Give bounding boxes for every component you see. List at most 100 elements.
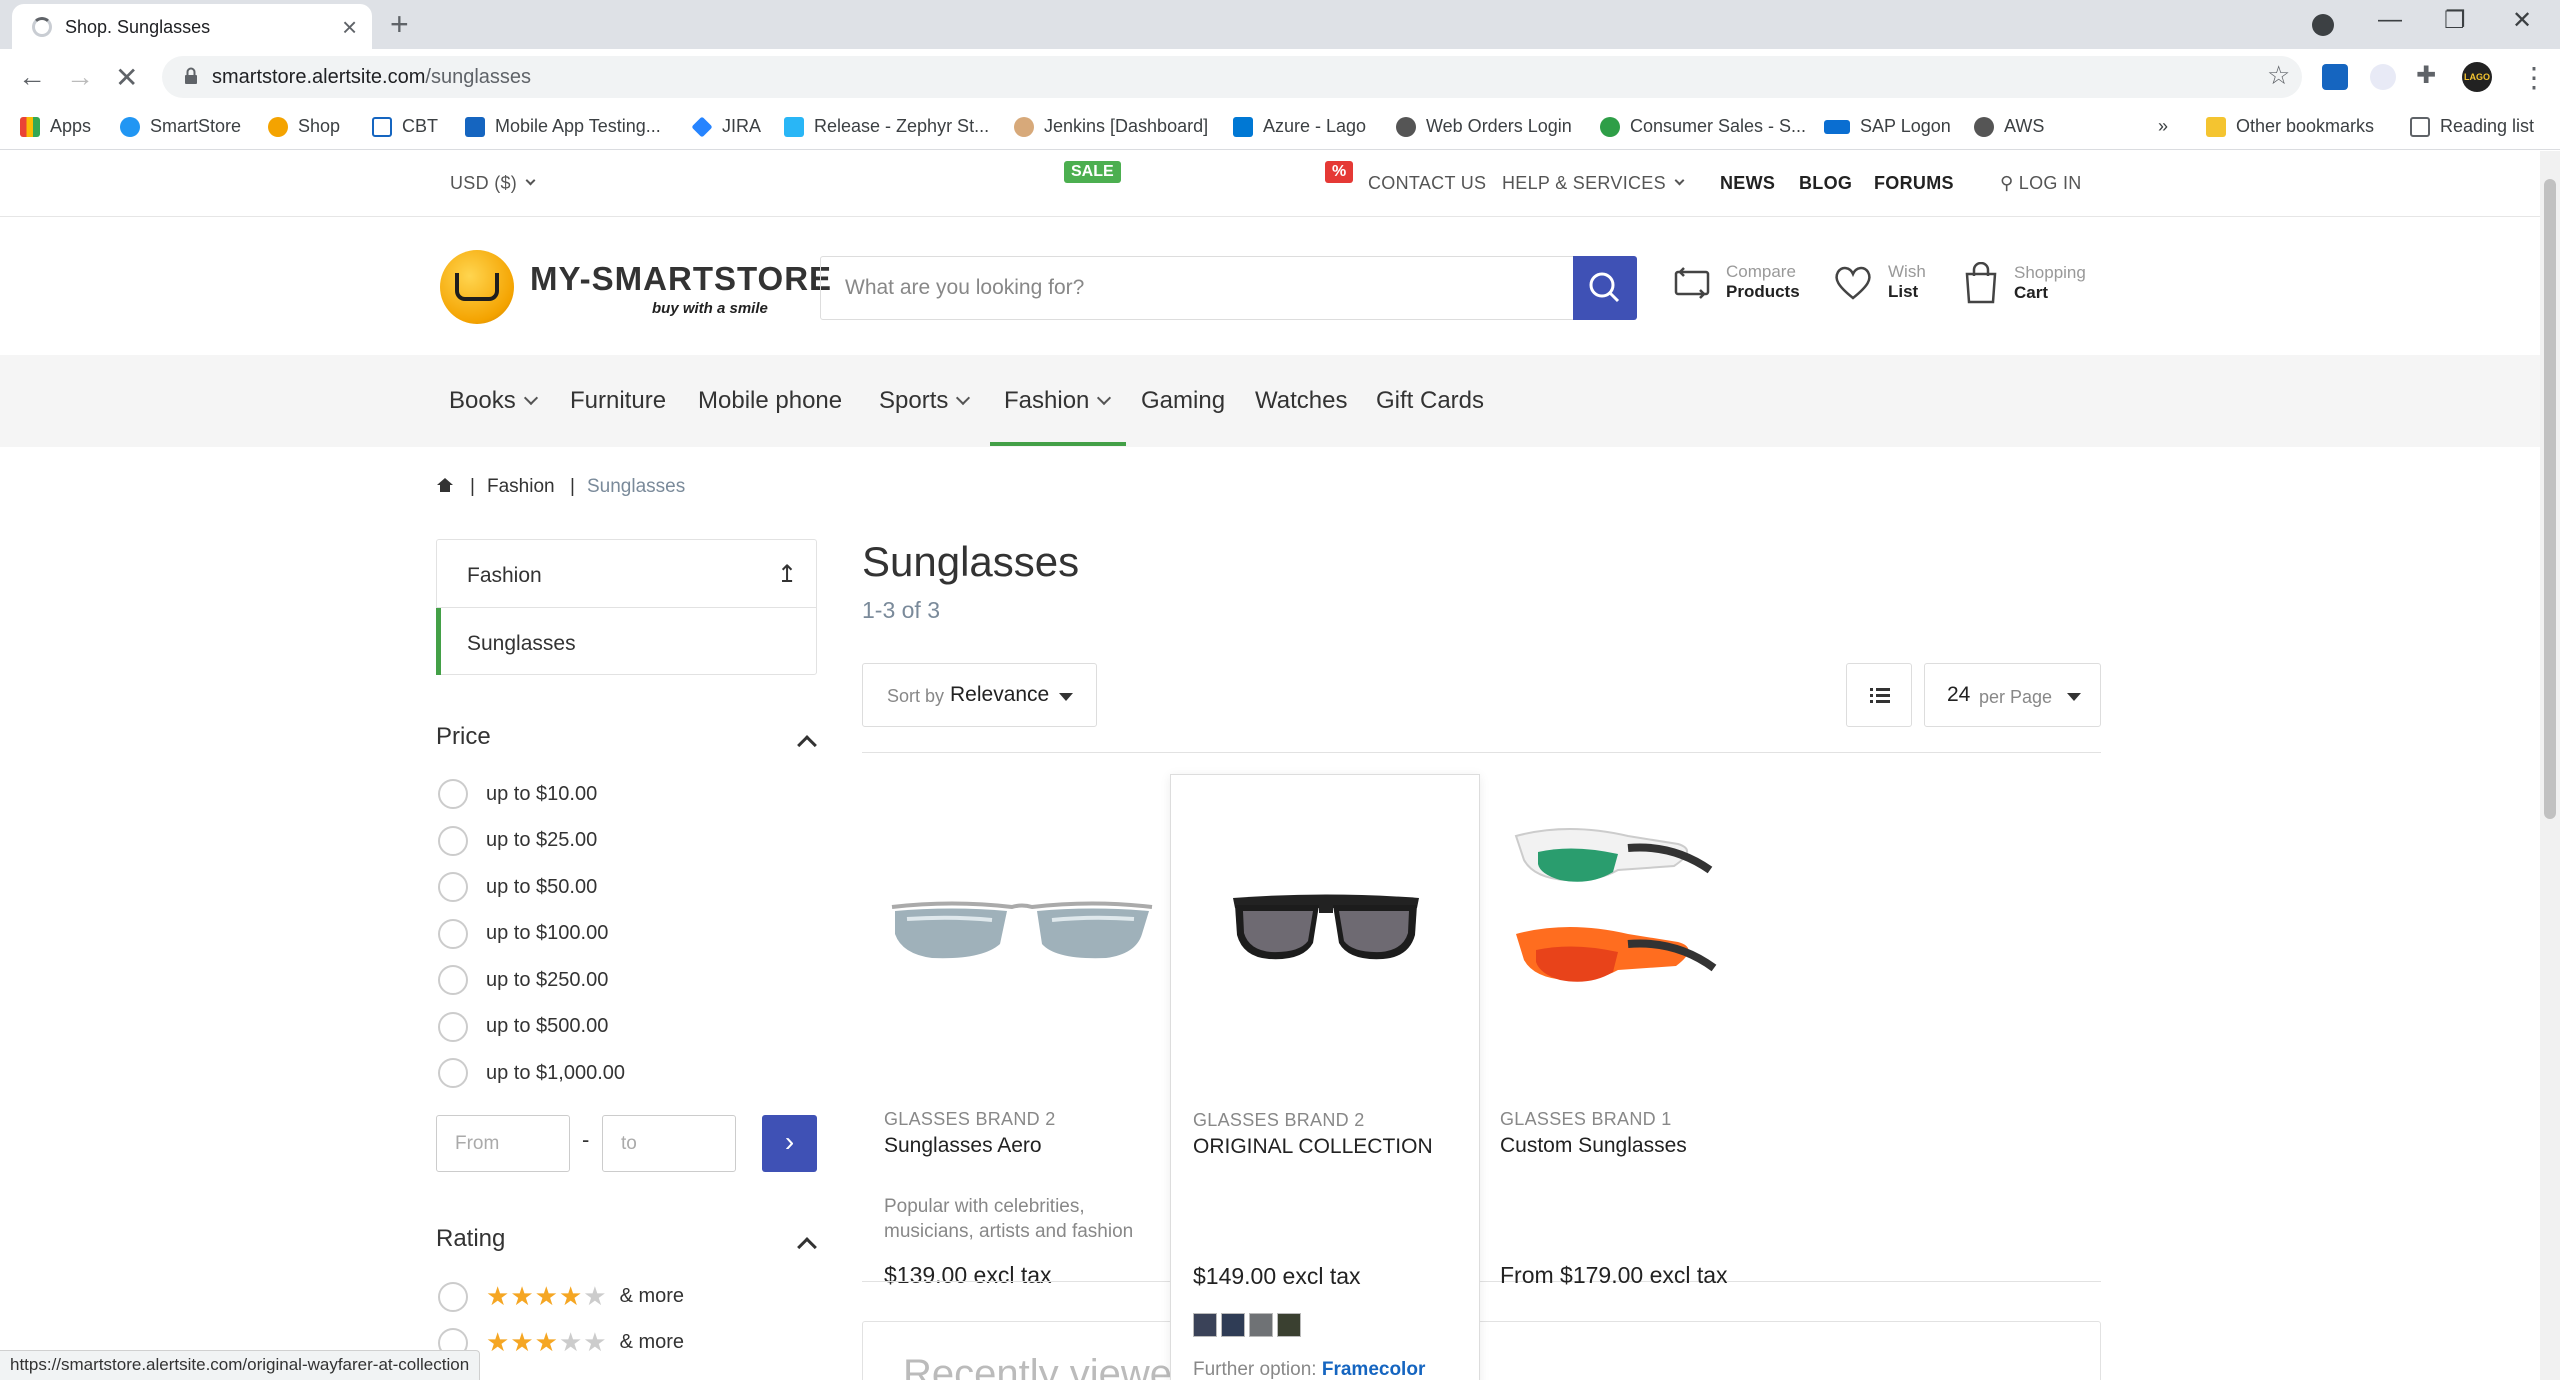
color-swatch[interactable] <box>1221 1313 1245 1337</box>
color-swatch[interactable] <box>1193 1313 1217 1337</box>
collapse-price-icon[interactable] <box>797 735 817 755</box>
compare-products[interactable]: Compare Products <box>1672 262 1800 302</box>
nav-books[interactable]: Books <box>449 387 538 415</box>
forward-icon[interactable]: → <box>66 61 94 93</box>
scrollbar-thumb[interactable] <box>2544 179 2556 819</box>
close-tab-icon[interactable]: × <box>342 12 357 43</box>
bookmark-consumer-sales[interactable]: Consumer Sales - S... <box>1600 116 1806 137</box>
nav-gift-cards[interactable]: Gift Cards <box>1376 387 1484 415</box>
radio-button[interactable] <box>438 872 468 902</box>
collapse-rating-icon[interactable] <box>797 1237 817 1257</box>
price-option[interactable]: up to $10.00 <box>438 779 597 809</box>
divider <box>862 1281 2101 1282</box>
bookmark-shop[interactable]: Shop <box>268 116 340 137</box>
forums-link[interactable]: FORUMS <box>1874 173 1954 194</box>
tab-search-icon[interactable] <box>2312 14 2334 36</box>
price-option[interactable]: up to $25.00 <box>438 825 597 856</box>
nav-mobile-phone[interactable]: Mobile phone <box>698 387 842 415</box>
bookmarks-overflow[interactable]: » <box>2158 116 2168 137</box>
radio-button[interactable] <box>438 965 468 995</box>
price-to-input[interactable] <box>602 1115 736 1172</box>
product-brand[interactable]: GLASSES BRAND 2 <box>1193 1110 1365 1131</box>
currency-selector[interactable]: USD ($) <box>450 173 536 194</box>
rating-facet-title[interactable]: Rating <box>436 1225 505 1253</box>
price-option[interactable]: up to $500.00 <box>438 1011 608 1042</box>
window-close-icon[interactable]: ✕ <box>2512 6 2532 35</box>
bookmark-smartstore[interactable]: SmartStore <box>120 116 241 137</box>
extension-icon-2[interactable] <box>2370 64 2396 90</box>
bookmark-other[interactable]: Other bookmarks <box>2206 116 2374 137</box>
category-child-sunglasses[interactable]: Sunglasses <box>467 632 576 656</box>
blog-link[interactable]: BLOG <box>1799 173 1852 194</box>
product-brand[interactable]: GLASSES BRAND 1 <box>1500 1109 1672 1130</box>
browser-tab[interactable]: Shop. Sunglasses × <box>12 4 372 49</box>
page-scrollbar[interactable] <box>2540 151 2560 1380</box>
home-icon[interactable] <box>436 476 454 500</box>
news-link[interactable]: NEWS <box>1720 173 1775 194</box>
level-up-icon[interactable]: ↥ <box>777 560 797 589</box>
shopping-cart[interactable]: Shopping Cart <box>1962 262 2086 304</box>
per-page-dropdown[interactable]: 24 per Page <box>1924 663 2101 727</box>
address-bar[interactable]: smartstore.alertsite.com/sunglasses ☆ <box>162 56 2302 98</box>
bookmark-azure[interactable]: Azure - Lago <box>1233 116 1366 137</box>
radio-button[interactable] <box>438 1281 468 1312</box>
radio-button[interactable] <box>438 1011 468 1042</box>
nav-watches[interactable]: Watches <box>1255 387 1347 415</box>
bookmark-sap[interactable]: SAP Logon <box>1824 116 1951 137</box>
bookmark-apps[interactable]: Apps <box>20 116 91 137</box>
rating-option[interactable]: ★★★★★ & more <box>438 1281 684 1312</box>
result-count: 1-3 of 3 <box>862 597 940 623</box>
bookmark-mobile-app-testing[interactable]: Mobile App Testing... <box>465 116 661 137</box>
search-input[interactable] <box>821 257 1573 319</box>
nav-sports[interactable]: Sports <box>879 387 971 415</box>
bookmark-cbt[interactable]: CBT <box>372 116 438 137</box>
search-button[interactable] <box>1573 256 1637 320</box>
color-swatch[interactable] <box>1249 1313 1273 1337</box>
product-name[interactable]: Sunglasses Aero <box>884 1134 1042 1158</box>
nav-gaming[interactable]: Gaming <box>1141 387 1225 415</box>
nav-furniture[interactable]: Furniture <box>570 387 666 415</box>
wish-list[interactable]: Wish List <box>1832 262 1926 302</box>
radio-button[interactable] <box>438 918 468 949</box>
further-option-link[interactable]: Framecolor <box>1322 1359 1425 1380</box>
price-option[interactable]: up to $250.00 <box>438 965 608 995</box>
bookmark-web-orders[interactable]: Web Orders Login <box>1396 116 1572 137</box>
extensions-puzzle-icon[interactable]: ✚ <box>2416 61 2436 90</box>
contact-link[interactable]: CONTACT US <box>1368 173 1486 194</box>
product-name[interactable]: Custom Sunglasses <box>1500 1134 1687 1158</box>
minimize-icon[interactable]: — <box>2378 6 2402 34</box>
bookmark-aws[interactable]: AWS <box>1974 116 2044 137</box>
sort-dropdown[interactable]: Sort by Relevance <box>862 663 1097 727</box>
restore-icon[interactable]: ❐ <box>2444 6 2466 35</box>
profile-avatar[interactable]: LAGO <box>2462 62 2492 92</box>
back-icon[interactable]: ← <box>18 61 46 93</box>
radio-button[interactable] <box>438 825 468 856</box>
stop-loading-icon[interactable]: ✕ <box>115 61 138 94</box>
product-brand[interactable]: GLASSES BRAND 2 <box>884 1109 1056 1130</box>
list-view-toggle[interactable] <box>1846 663 1912 727</box>
radio-button[interactable] <box>438 779 468 809</box>
breadcrumb-fashion[interactable]: Fashion <box>487 476 555 498</box>
color-swatch[interactable] <box>1277 1313 1301 1337</box>
price-option[interactable]: up to $100.00 <box>438 918 608 949</box>
login-link[interactable]: ⚲ LOG IN <box>2000 173 2082 194</box>
category-parent-fashion[interactable]: Fashion <box>467 564 542 588</box>
new-tab-icon[interactable]: + <box>390 6 409 43</box>
help-menu[interactable]: HELP & SERVICES <box>1502 173 1685 194</box>
price-facet-title[interactable]: Price <box>436 723 491 751</box>
price-option[interactable]: up to $50.00 <box>438 872 597 902</box>
radio-button[interactable] <box>438 1058 468 1088</box>
bookmark-star-icon[interactable]: ☆ <box>2267 60 2290 91</box>
product-card-hovered[interactable]: GLASSES BRAND 2 ORIGINAL COLLECTION $149… <box>1170 774 1480 1380</box>
bookmark-zephyr[interactable]: Release - Zephyr St... <box>784 116 989 137</box>
nav-fashion[interactable]: Fashion <box>1004 387 1112 415</box>
reading-list[interactable]: Reading list <box>2410 116 2534 137</box>
browser-menu-icon[interactable]: ⋮ <box>2520 61 2548 94</box>
bookmark-jira[interactable]: JIRA <box>691 115 761 138</box>
price-option[interactable]: up to $1,000.00 <box>438 1058 625 1088</box>
bookmark-jenkins[interactable]: Jenkins [Dashboard] <box>1014 116 1208 137</box>
product-name[interactable]: ORIGINAL COLLECTION <box>1193 1135 1433 1159</box>
apply-price-range-button[interactable]: › <box>762 1115 817 1172</box>
extension-icon[interactable] <box>2322 64 2348 90</box>
price-from-input[interactable] <box>436 1115 570 1172</box>
